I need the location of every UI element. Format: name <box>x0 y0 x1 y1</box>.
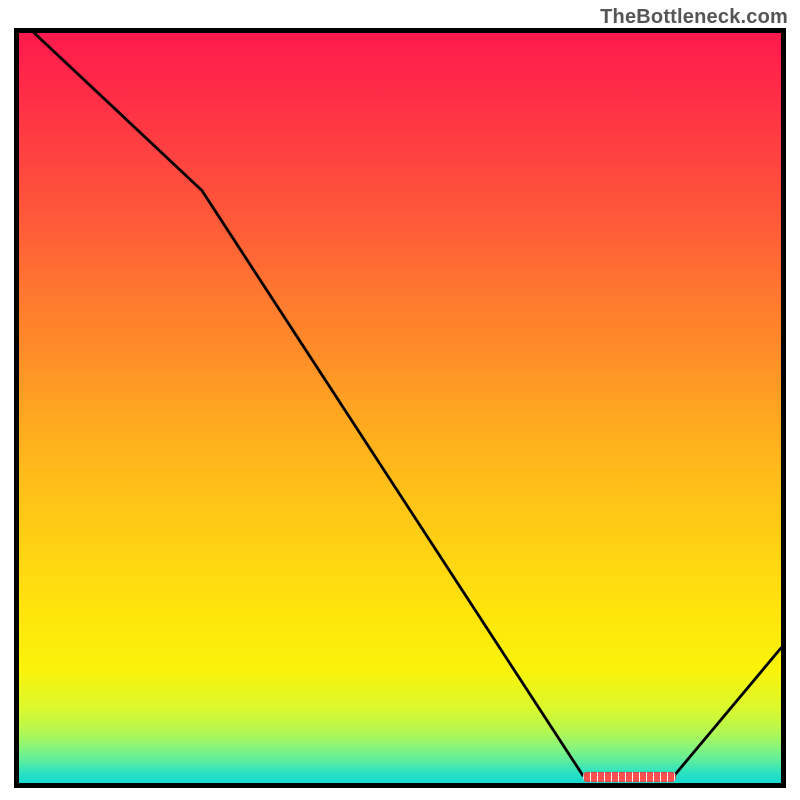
attribution-label: TheBottleneck.com <box>600 6 788 29</box>
curve-path <box>34 33 781 776</box>
series-curve <box>19 33 781 783</box>
plot-area <box>14 28 786 788</box>
optimum-marker <box>583 772 676 782</box>
chart-container: TheBottleneck.com <box>0 0 800 800</box>
